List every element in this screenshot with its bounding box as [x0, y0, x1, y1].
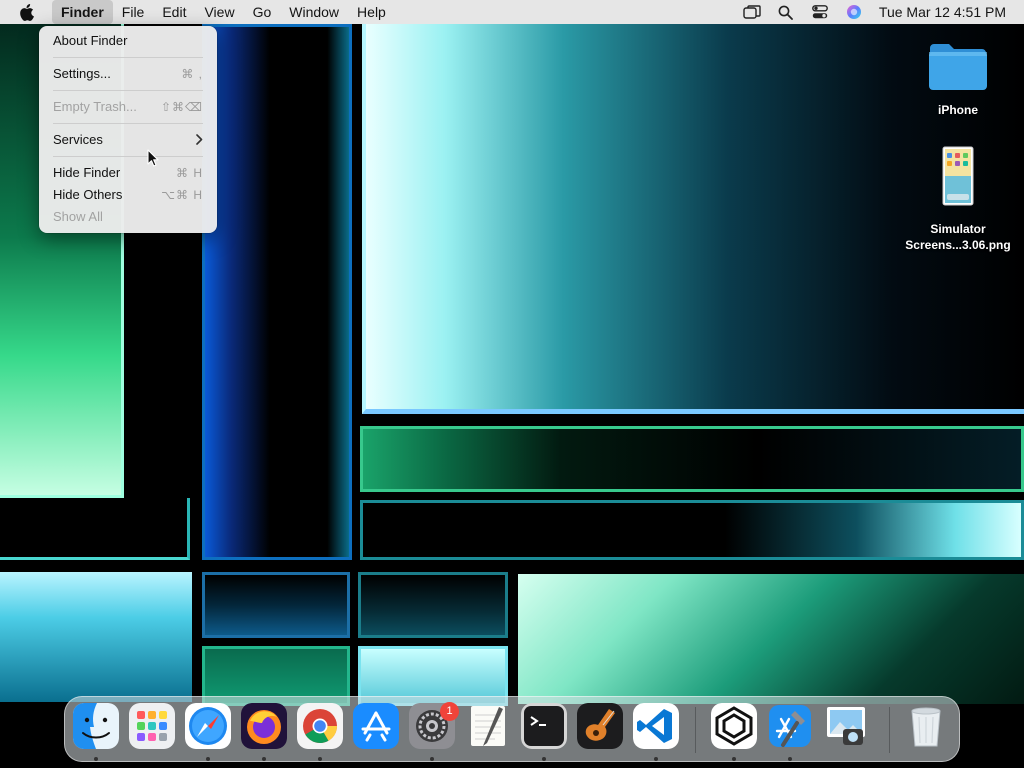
dock-safari-icon[interactable]	[185, 703, 231, 749]
dock-finder-icon[interactable]	[73, 703, 119, 749]
running-indicator	[262, 757, 266, 761]
running-indicator	[732, 757, 736, 761]
control-center-icon[interactable]	[803, 0, 837, 24]
apple-menu-icon[interactable]	[0, 0, 52, 24]
menu-item-about-finder[interactable]: About Finder	[39, 30, 217, 52]
dock-separator	[889, 707, 890, 753]
wallpaper-pane	[202, 572, 350, 638]
dock-firefox-icon[interactable]	[241, 703, 287, 749]
desktop-item-label: Simulator	[930, 222, 986, 236]
dock-vscode-icon[interactable]	[633, 703, 679, 749]
menu-item-shortcut: ⌥⌘ H	[161, 188, 203, 202]
dock-preview-icon[interactable]	[823, 703, 869, 749]
menu-item-services[interactable]: Services	[39, 129, 217, 151]
wallpaper-pane	[518, 574, 1024, 704]
wallpaper-pane	[0, 498, 190, 560]
notification-badge: 1	[440, 702, 459, 721]
screenshot-file-icon	[942, 146, 974, 206]
menu-separator	[53, 156, 203, 157]
menu-bar-clock[interactable]: Tue Mar 12 4:51 PM	[871, 4, 1024, 20]
status-area: Tue Mar 12 4:51 PM	[735, 0, 1024, 24]
menu-item-label: Empty Trash...	[53, 99, 137, 114]
menu-finder[interactable]: Finder	[52, 0, 113, 24]
dock-textedit-icon[interactable]	[465, 703, 511, 749]
running-indicator	[788, 757, 792, 761]
running-indicator	[318, 757, 322, 761]
window-overlap-icon[interactable]	[735, 0, 769, 24]
wallpaper-pane	[202, 24, 352, 560]
finder-app-menu: About Finder Settings... ⌘ , Empty Trash…	[39, 26, 217, 233]
menu-window[interactable]: Window	[280, 0, 348, 24]
menu-help[interactable]: Help	[348, 0, 395, 24]
search-icon[interactable]	[769, 0, 803, 24]
menu-separator	[53, 57, 203, 58]
menu-view[interactable]: View	[195, 0, 243, 24]
wallpaper-pane	[358, 572, 508, 638]
menu-item-label: Services	[53, 132, 103, 147]
wallpaper-pane	[360, 426, 1024, 492]
menu-separator	[53, 123, 203, 124]
menu-item-shortcut: ⇧⌘⌫	[160, 100, 203, 114]
menu-item-show-all: Show All	[39, 206, 217, 228]
menu-item-shortcut: ⌘ ,	[181, 67, 203, 81]
dock-separator	[695, 707, 696, 753]
menu-item-label: Show All	[53, 209, 103, 224]
menu-item-hide-finder[interactable]: Hide Finder ⌘ H	[39, 162, 217, 184]
wallpaper-pane	[360, 500, 1024, 560]
desktop-item-iphone-folder[interactable]: iPhone	[918, 38, 998, 118]
wallpaper-pane	[0, 572, 192, 702]
running-indicator	[654, 757, 658, 761]
dock-trash-icon[interactable]	[903, 703, 949, 749]
menu-item-shortcut: ⌘ H	[176, 166, 203, 180]
menu-item-empty-trash: Empty Trash... ⇧⌘⌫	[39, 96, 217, 118]
menu-item-label: About Finder	[53, 33, 128, 48]
menu-file[interactable]: File	[113, 0, 154, 24]
running-indicator	[206, 757, 210, 761]
siri-icon[interactable]	[837, 0, 871, 24]
desktop-item-label: Screens...3.06.png	[905, 238, 1011, 252]
menu-item-hide-others[interactable]: Hide Others ⌥⌘ H	[39, 184, 217, 206]
dock-app-store-icon[interactable]	[353, 703, 399, 749]
menu-separator	[53, 90, 203, 91]
menu-item-label: Settings...	[53, 66, 111, 81]
mouse-pointer-icon	[147, 149, 159, 172]
desktop-item-label: iPhone	[937, 103, 978, 117]
running-indicator	[430, 757, 434, 761]
dock-unity-icon[interactable]	[711, 703, 757, 749]
menu-item-label: Hide Others	[53, 187, 123, 202]
dock-xcode-icon[interactable]	[767, 703, 813, 749]
running-indicator	[94, 757, 98, 761]
dock-launchpad-icon[interactable]	[129, 703, 175, 749]
menu-edit[interactable]: Edit	[153, 0, 195, 24]
chevron-right-icon	[196, 129, 203, 151]
menu-bar: Finder File Edit View Go Window Help Tue…	[0, 0, 1024, 24]
menu-go[interactable]: Go	[244, 0, 281, 24]
menu-item-label: Hide Finder	[53, 165, 121, 180]
dock-chrome-icon[interactable]	[297, 703, 343, 749]
folder-icon	[927, 38, 989, 94]
dock-terminal-icon[interactable]	[521, 703, 567, 749]
running-indicator	[542, 757, 546, 761]
menu-item-settings[interactable]: Settings... ⌘ ,	[39, 63, 217, 85]
desktop-item-simulator-screenshot[interactable]: Simulator Screens...3.06.png	[898, 146, 1018, 253]
dock-garageband-icon[interactable]	[577, 703, 623, 749]
dock	[64, 696, 960, 762]
